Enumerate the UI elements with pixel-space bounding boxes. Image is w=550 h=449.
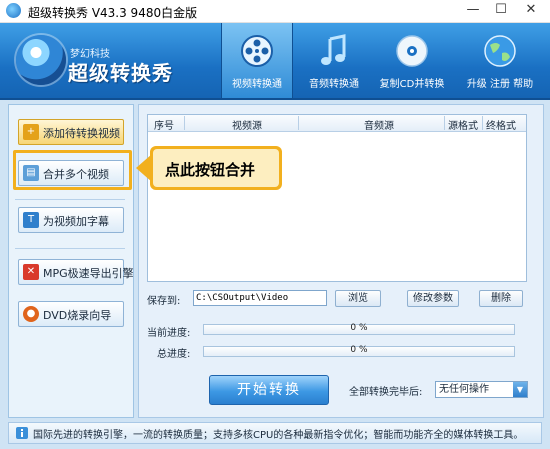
tab-copy-cd[interactable]: 复制CD并转换 <box>372 23 452 98</box>
start-convert-button[interactable]: 开始转换 <box>209 375 329 405</box>
callout-inner: 点此按钮合并 <box>153 149 279 187</box>
browse-button[interactable]: 浏览 <box>335 290 381 307</box>
column-divider <box>184 116 185 130</box>
edit-params-button[interactable]: 修改参数 <box>407 290 459 307</box>
title-bar: 超级转换秀 V43.3 9480白金版 — ☐ ✕ <box>0 0 550 23</box>
film-reel-icon <box>241 35 273 67</box>
tab-label: 视频转换通 <box>232 79 282 90</box>
divider <box>15 199 125 200</box>
column-header: 终格式 <box>486 121 516 132</box>
column-header: 视频源 <box>232 121 262 132</box>
column-header: 源格式 <box>448 121 478 132</box>
tab-video-convert[interactable]: 视频转换通 <box>221 23 293 98</box>
tab-upgrade-help[interactable]: 升级 注册 帮助 <box>454 23 546 98</box>
save-to-label: 保存到: <box>147 296 181 307</box>
column-divider <box>482 116 483 130</box>
add-video-button[interactable]: + 添加待转换视频 <box>18 119 124 145</box>
app-window: 超级转换秀 V43.3 9480白金版 — ☐ ✕ 梦幻科技 超级转换秀 视频转… <box>0 0 550 449</box>
maximize-button[interactable]: ☐ <box>486 0 516 22</box>
file-list-table[interactable]: 序号 视频源 音频源 源格式 终格式 <box>147 114 527 282</box>
cd-disc-icon <box>396 35 428 67</box>
window-title: 超级转换秀 V43.3 9480白金版 <box>28 6 198 20</box>
chevron-down-icon[interactable]: ▼ <box>513 382 527 397</box>
table-header: 序号 视频源 音频源 源格式 终格式 <box>148 115 526 132</box>
info-icon <box>16 427 28 439</box>
add-video-icon: + <box>23 124 39 140</box>
sidebar-item-label: MPG极速导出引擎 <box>43 267 134 280</box>
callout-bubble: 点此按钮合并 <box>150 146 282 190</box>
status-bar: 国际先进的转换引擎，一流的转换质量；支持多核CPU的各种最新指令优化；智能而功能… <box>8 422 542 444</box>
brand-title: 超级转换秀 <box>68 61 173 85</box>
column-header: 序号 <box>154 121 174 132</box>
minimize-button[interactable]: — <box>458 0 488 22</box>
header-banner: 梦幻科技 超级转换秀 视频转换通 音频转换通 复制CD并转换 升级 注册 帮助 <box>0 23 550 100</box>
select-value: 无任何操作 <box>439 384 489 395</box>
delete-button[interactable]: 删除 <box>479 290 523 307</box>
current-progress-label: 当前进度: <box>147 328 191 339</box>
add-subtitle-button[interactable]: T 为视频加字幕 <box>18 207 124 233</box>
close-button[interactable]: ✕ <box>516 0 546 22</box>
globe-icon <box>484 35 516 67</box>
tab-label: 复制CD并转换 <box>379 79 445 90</box>
column-divider <box>298 116 299 130</box>
status-text: 国际先进的转换引擎，一流的转换质量；支持多核CPU的各种最新指令优化；智能而功能… <box>33 430 524 441</box>
sidebar-item-label: DVD烧录向导 <box>43 309 112 322</box>
divider <box>15 248 125 249</box>
sidebar-item-label: 为视频加字幕 <box>43 215 109 228</box>
merge-highlight-frame <box>13 150 132 190</box>
tab-audio-convert[interactable]: 音频转换通 <box>299 23 369 98</box>
column-divider <box>444 116 445 130</box>
music-note-icon <box>321 34 346 65</box>
progress-text: 0 % <box>350 345 368 355</box>
save-path-field[interactable]: C:\CSOutput\Video <box>193 290 327 306</box>
dvd-burn-button[interactable]: ● DVD烧录向导 <box>18 301 124 327</box>
current-progress-bar: 0 % <box>203 323 515 335</box>
progress-text: 0 % <box>350 323 368 333</box>
callout-text: 点此按钮合并 <box>165 161 256 179</box>
subtitle-icon: T <box>23 212 39 228</box>
dvd-burn-icon: ● <box>23 306 39 322</box>
sidebar-item-label: 添加待转换视频 <box>43 127 120 140</box>
tab-label: 音频转换通 <box>309 79 359 90</box>
after-complete-select[interactable]: 无任何操作 ▼ <box>435 381 528 398</box>
mpg-icon: ✕ <box>23 264 39 280</box>
logo-icon <box>16 35 66 85</box>
tab-label: 升级 注册 帮助 <box>466 79 534 90</box>
total-progress-bar: 0 % <box>203 345 515 357</box>
app-icon <box>6 3 21 18</box>
total-progress-label: 总进度: <box>157 349 191 360</box>
column-header: 音频源 <box>364 121 394 132</box>
after-complete-label: 全部转换完毕后: <box>349 387 423 398</box>
mpg-export-button[interactable]: ✕ MPG极速导出引擎 <box>18 259 134 285</box>
